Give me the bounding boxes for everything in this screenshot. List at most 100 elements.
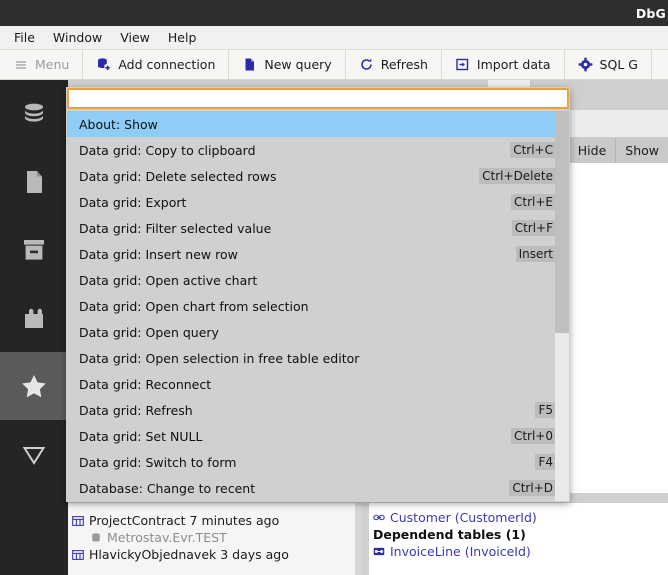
command-palette-scrollbar-thumb[interactable]: [555, 111, 569, 333]
add-connection-button[interactable]: Add connection: [83, 50, 230, 79]
command-item-label: About: Show: [79, 116, 158, 132]
command-item[interactable]: Data grid: Delete selected rows Ctrl+Del…: [67, 163, 569, 189]
activity-item-favorites[interactable]: [0, 352, 68, 420]
command-item[interactable]: Data grid: Filter selected value Ctrl+F: [67, 215, 569, 241]
show-button[interactable]: Show: [615, 138, 668, 163]
command-item-label: Database: Change to recent: [79, 480, 256, 496]
command-item-label: Data grid: Open query: [79, 324, 219, 340]
command-item-shortcut: Ctrl+0: [510, 428, 556, 444]
command-item-shortcut: F4: [535, 454, 556, 470]
command-palette-list[interactable]: About: Show Data grid: Copy to clipboard…: [67, 111, 569, 501]
table-icon: [72, 549, 84, 561]
command-item[interactable]: Data grid: Set NULL Ctrl+0: [67, 423, 569, 449]
application-window: DbG File Window View Help Menu Add conne…: [0, 0, 668, 575]
list-item-label: Metrostav.Evr.TEST: [107, 530, 227, 545]
command-item-label: Data grid: Filter selected value: [79, 220, 272, 236]
list-item-label: InvoiceLine (InvoiceId): [390, 544, 531, 559]
command-item[interactable]: Data grid: Export Ctrl+E: [67, 189, 569, 215]
command-item[interactable]: Data grid: Switch to form F4: [67, 449, 569, 475]
menubar-item-help[interactable]: Help: [164, 28, 206, 48]
tree-scrollbar[interactable]: [355, 503, 362, 575]
command-item[interactable]: Data grid: Reconnect: [67, 371, 569, 397]
window-title: DbG: [635, 5, 666, 21]
import-data-button[interactable]: Import data: [442, 50, 565, 79]
command-item-shortcut: Ctrl+E: [511, 194, 556, 210]
command-item-shortcut: F5: [535, 402, 556, 418]
command-palette-search-wrap: [66, 87, 570, 109]
command-item-label: Data grid: Switch to form: [79, 454, 237, 470]
command-item-label: Data grid: Open selection in free table …: [79, 350, 360, 366]
activity-item-archive[interactable]: [0, 216, 68, 284]
command-item-label: Data grid: Delete selected rows: [79, 168, 277, 184]
command-item[interactable]: Data grid: Open chart from selection: [67, 293, 569, 319]
list-item-label: Customer (CustomerId): [390, 510, 537, 525]
list-item[interactable]: ProjectContract 7 minutes ago: [68, 512, 362, 529]
command-item[interactable]: Data grid: Refresh F5: [67, 397, 569, 423]
database-icon: [19, 99, 49, 129]
command-item[interactable]: Data grid: Insert new row Insert: [67, 241, 569, 267]
hamburger-icon: [13, 57, 28, 72]
sql-generator-label: SQL G: [599, 57, 638, 72]
list-item-label: ProjectContract 7 minutes ago: [89, 513, 280, 528]
section-header: Dependend tables (1): [369, 526, 668, 543]
activity-bar: [0, 80, 68, 575]
list-item[interactable]: HlavickyObjednavek 3 days ago: [68, 546, 362, 563]
database-icon: [90, 532, 102, 544]
activity-item-cell-data[interactable]: [0, 420, 68, 488]
menubar-item-view[interactable]: View: [116, 28, 159, 48]
command-item[interactable]: Data grid: Open selection in free table …: [67, 345, 569, 371]
refresh-button[interactable]: Refresh: [346, 50, 442, 79]
command-item-label: Data grid: Export: [79, 194, 187, 210]
triangle-down-icon: [19, 439, 49, 469]
command-item-label: Data grid: Reconnect: [79, 376, 212, 392]
import-icon: [455, 57, 470, 72]
list-item[interactable]: Metrostav.Evr.TEST: [68, 529, 362, 546]
command-item-label: Data grid: Refresh: [79, 402, 193, 418]
command-item[interactable]: About: Show: [67, 111, 569, 137]
command-item-shortcut: Ctrl+C: [510, 142, 556, 158]
star-icon: [19, 371, 49, 401]
list-item[interactable]: InvoiceLine (InvoiceId): [369, 543, 668, 560]
command-item-shortcut: Insert: [515, 246, 556, 262]
command-item-label: Data grid: Set NULL: [79, 428, 203, 444]
pane-splitter[interactable]: [362, 503, 369, 575]
list-item[interactable]: Customer (CustomerId): [369, 509, 668, 526]
list-item-label: HlavickyObjednavek 3 days ago: [89, 547, 289, 562]
activity-item-connections[interactable]: [0, 80, 68, 148]
menu-bar: File Window View Help: [0, 26, 668, 50]
section-header-label: Dependend tables (1): [373, 527, 526, 542]
refresh-icon: [359, 57, 374, 72]
table-relations-panel[interactable]: Customer (CustomerId) Dependend tables (…: [369, 503, 668, 575]
file-icon: [19, 167, 49, 197]
command-palette: About: Show Data grid: Copy to clipboard…: [66, 87, 570, 502]
toolbar-menu-button[interactable]: Menu: [0, 50, 84, 79]
gear-icon: [578, 57, 593, 72]
file-icon: [242, 57, 257, 72]
refresh-label: Refresh: [380, 57, 428, 72]
add-connection-label: Add connection: [118, 57, 216, 72]
command-item-label: Data grid: Insert new row: [79, 246, 238, 262]
command-item[interactable]: Data grid: Open active chart: [67, 267, 569, 293]
command-item[interactable]: Data grid: Copy to clipboard Ctrl+C: [67, 137, 569, 163]
import-data-label: Import data: [476, 57, 551, 72]
activity-item-files[interactable]: [0, 148, 68, 216]
new-query-button[interactable]: New query: [229, 50, 346, 79]
table-icon: [72, 515, 84, 527]
recent-objects-tree[interactable]: ProjectContract 7 minutes ago Metrostav.…: [68, 503, 362, 575]
main-toolbar: Menu Add connection New query Refresh Im…: [0, 50, 668, 80]
hide-button[interactable]: Hide: [567, 138, 616, 163]
command-item-label: Data grid: Copy to clipboard: [79, 142, 256, 158]
command-item[interactable]: Database: Change to recent Ctrl+D: [67, 475, 569, 501]
command-item-shortcut: Ctrl+D: [509, 480, 556, 496]
command-palette-search-input[interactable]: [67, 88, 569, 109]
menubar-item-file[interactable]: File: [10, 28, 44, 48]
menubar-item-window[interactable]: Window: [49, 28, 111, 48]
plugin-icon: [19, 303, 49, 333]
sql-generator-button[interactable]: SQL G: [565, 50, 652, 79]
command-item-shortcut: Ctrl+Delete: [479, 168, 556, 184]
command-item-shortcut: Ctrl+F: [511, 220, 556, 236]
database-plus-icon: [96, 57, 111, 72]
activity-item-plugins[interactable]: [0, 284, 68, 352]
new-query-label: New query: [264, 57, 332, 72]
command-item[interactable]: Data grid: Open query: [67, 319, 569, 345]
